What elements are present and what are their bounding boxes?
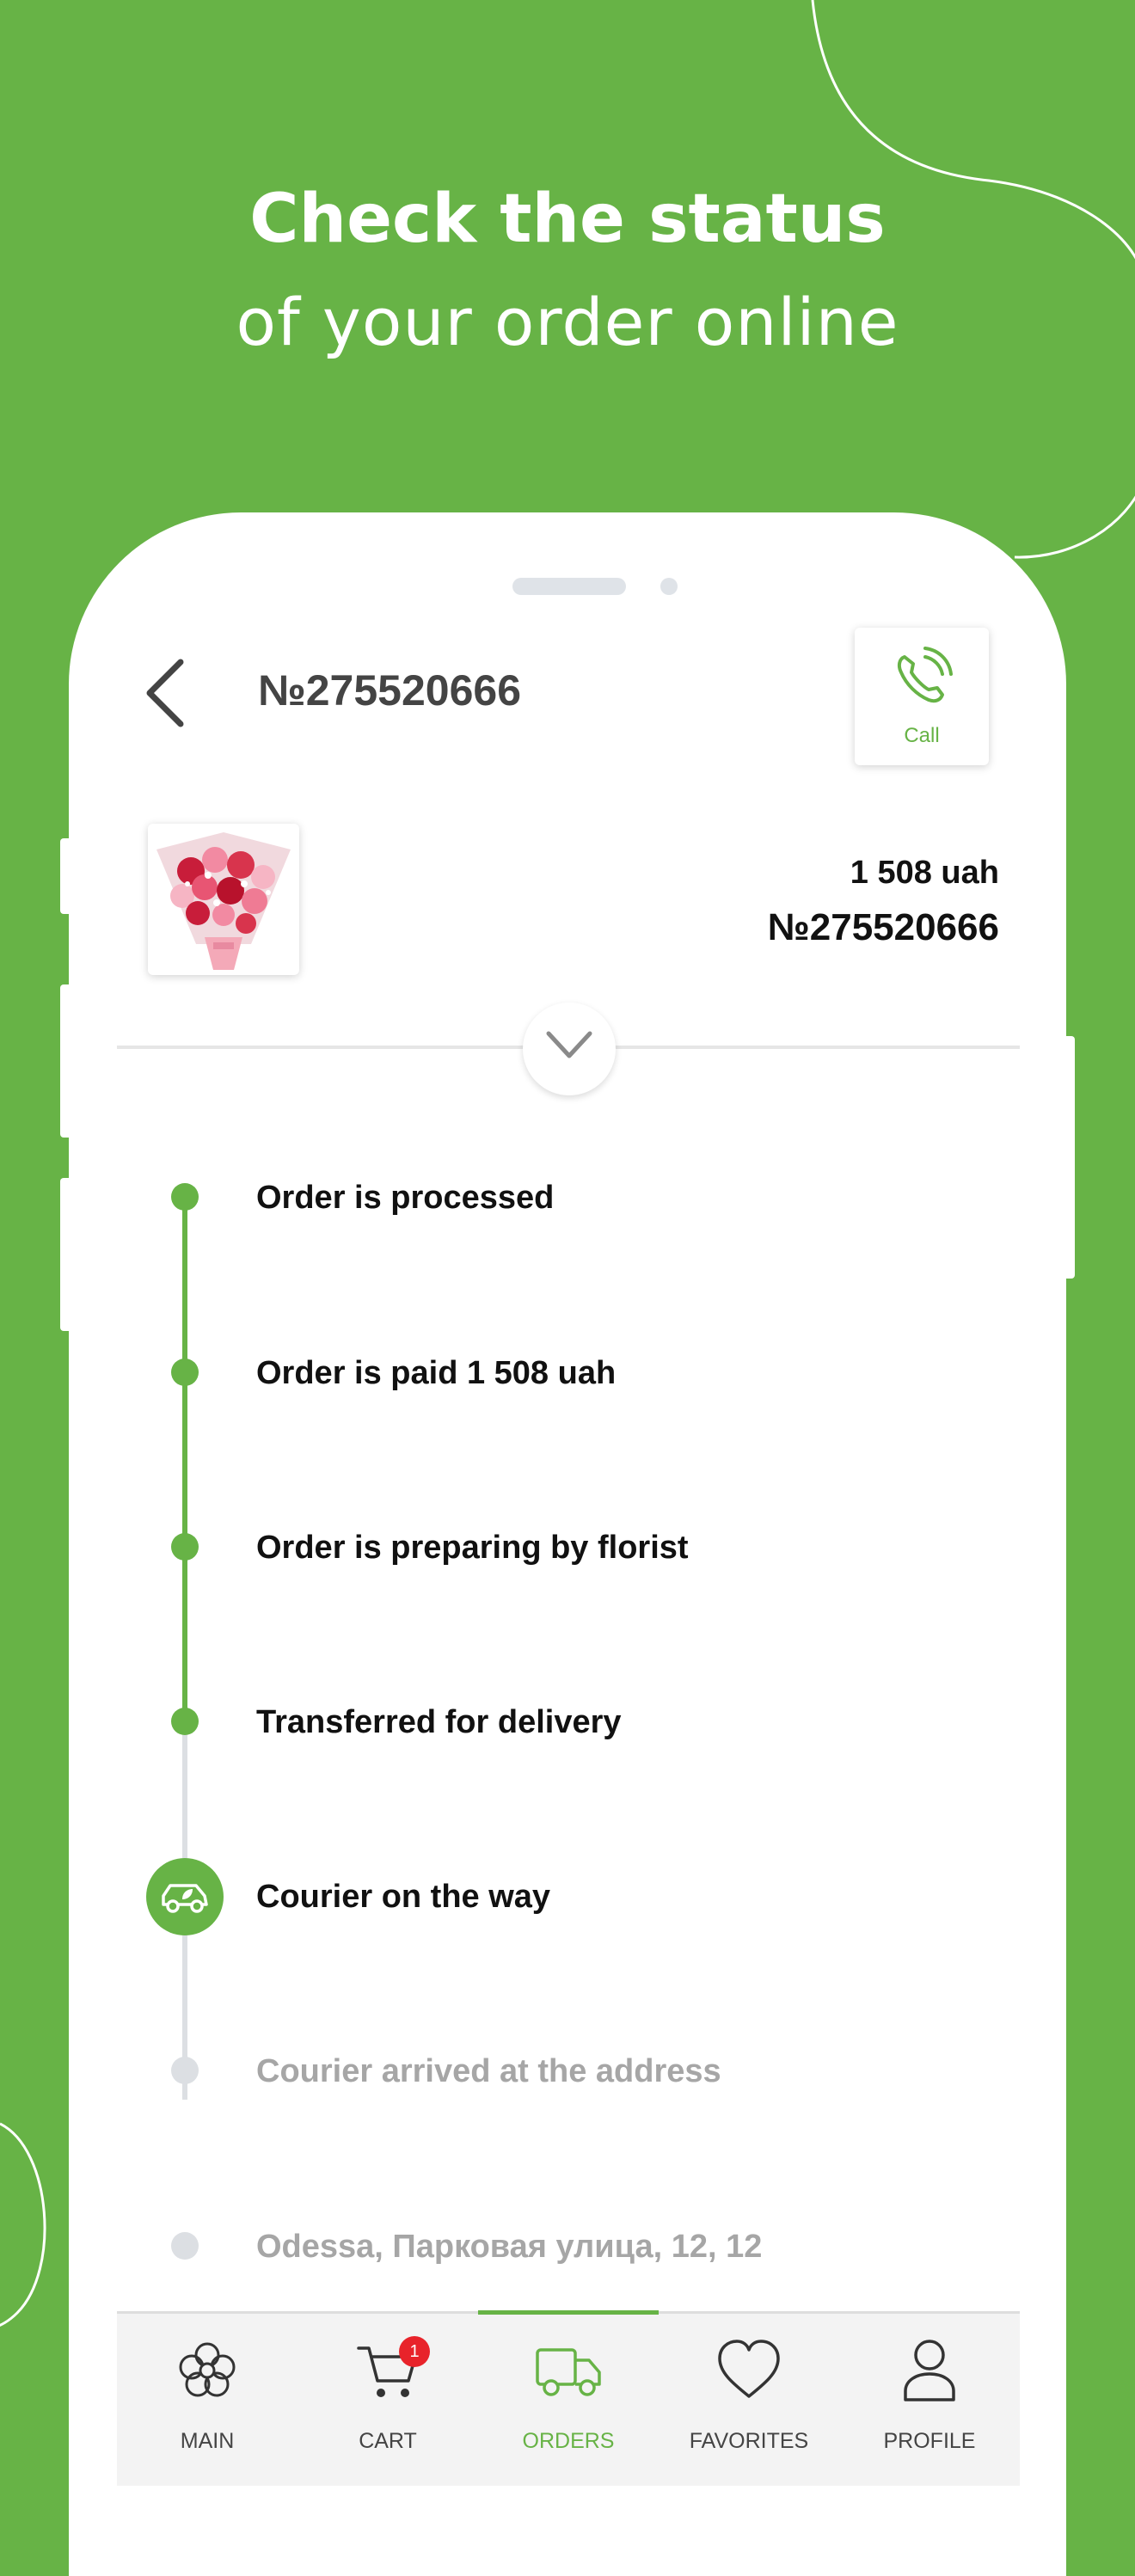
phone-camera bbox=[660, 578, 678, 595]
truck-icon bbox=[536, 2348, 601, 2396]
chevron-down-icon bbox=[546, 1031, 592, 1058]
step-label: Order is preparing by florist bbox=[256, 1530, 689, 1566]
timeline-progress-line bbox=[182, 1199, 187, 1725]
tab-profile[interactable]: PROFILE bbox=[839, 2314, 1020, 2486]
bottom-tab-bar: MAIN 1 CART ORDERS FAVORITES PROFILE bbox=[117, 2310, 1020, 2486]
tab-label: MAIN bbox=[180, 2429, 235, 2453]
back-button[interactable] bbox=[138, 650, 198, 736]
tab-label: ORDERS bbox=[522, 2429, 615, 2453]
tab-main[interactable]: MAIN bbox=[117, 2314, 298, 2486]
flower-bouquet-image bbox=[156, 832, 291, 970]
eco-car-icon bbox=[162, 1884, 208, 1913]
step-dot-pending bbox=[171, 2057, 199, 2084]
timeline-step: Order is paid 1 508 uah bbox=[69, 1340, 1066, 1408]
chevron-left-icon bbox=[146, 659, 184, 727]
flower-icon bbox=[179, 2342, 236, 2397]
order-price: 1 508 uah bbox=[850, 855, 999, 891]
call-button[interactable]: Call bbox=[855, 628, 989, 765]
expand-details-button[interactable] bbox=[523, 1003, 616, 1095]
step-label: Transferred for delivery bbox=[256, 1704, 622, 1740]
timeline-step-pending: Courier arrived at the address bbox=[69, 2038, 1066, 2107]
order-title: №275520666 bbox=[258, 666, 522, 715]
step-dot-completed bbox=[171, 1708, 199, 1735]
step-label: Order is paid 1 508 uah bbox=[256, 1355, 617, 1391]
promo-headline: Check the status bbox=[249, 181, 886, 258]
tab-favorites[interactable]: FAVORITES bbox=[659, 2314, 839, 2486]
phone-speaker bbox=[512, 578, 626, 595]
user-icon bbox=[904, 2340, 955, 2401]
phone-screen: №275520666 Call 1 508 uah №275520666 Ord… bbox=[69, 512, 1066, 2576]
timeline-step-current: Courier on the way bbox=[69, 1858, 1066, 1935]
step-dot-completed bbox=[171, 1183, 199, 1211]
step-label: Courier arrived at the address bbox=[256, 2053, 721, 2089]
heart-icon bbox=[718, 2340, 780, 2398]
step-dot-current bbox=[146, 1858, 224, 1935]
step-dot-completed bbox=[171, 1533, 199, 1561]
tab-label: CART bbox=[359, 2429, 417, 2453]
timeline-step: Transferred for delivery bbox=[69, 1689, 1066, 1757]
tab-label: FAVORITES bbox=[689, 2429, 809, 2453]
tab-orders[interactable]: ORDERS bbox=[478, 2314, 659, 2486]
call-label: Call bbox=[904, 724, 940, 747]
cart-count-badge: 1 bbox=[399, 2336, 430, 2367]
tab-cart[interactable]: 1 CART bbox=[298, 2314, 478, 2486]
bouquet-thumbnail[interactable] bbox=[148, 824, 299, 975]
step-label: Courier on the way bbox=[256, 1879, 551, 1915]
step-label: Order is processed bbox=[256, 1180, 555, 1216]
promo-subheadline: of your order online bbox=[236, 284, 899, 360]
step-dot-pending bbox=[171, 2232, 199, 2260]
timeline-step: Order is processed bbox=[69, 1164, 1066, 1233]
delivery-address: Odessa, Парковая улица, 12, 12 bbox=[256, 2229, 763, 2265]
tab-label: PROFILE bbox=[883, 2429, 976, 2453]
timeline-step-pending: Odessa, Парковая улица, 12, 12 bbox=[69, 2213, 1066, 2282]
step-dot-completed bbox=[171, 1359, 199, 1386]
order-number: №275520666 bbox=[767, 906, 999, 948]
timeline-step: Order is preparing by florist bbox=[69, 1514, 1066, 1583]
phone-ringing-icon bbox=[897, 647, 953, 703]
